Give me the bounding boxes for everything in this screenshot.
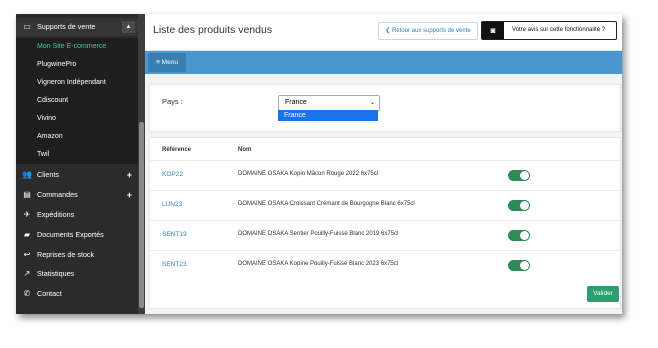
table-row: LUN23 DOMAINE OSAKA Croissant Crémant de… — [150, 190, 620, 220]
product-enabled-toggle[interactable] — [508, 170, 530, 181]
sidebar-item-label: Statistiques — [37, 269, 75, 278]
product-reference-link[interactable]: SENT23 — [162, 261, 187, 268]
chevron-up-icon[interactable]: ▲ — [122, 21, 135, 33]
product-enabled-toggle[interactable] — [508, 230, 530, 241]
expand-plus-icon[interactable]: + — [127, 186, 132, 204]
sidebar-item-contact[interactable]: ✆ Contact — [16, 285, 138, 303]
sidebar-subitem-label: Amazon — [37, 133, 63, 140]
sidebar-subitem-plugwinepro[interactable]: PlugwinePro — [16, 56, 138, 74]
sidebar-item-commandes[interactable]: ▤ Commandes + — [16, 186, 138, 204]
page-title: Liste des produits vendus — [153, 24, 273, 36]
sidebar-subitem-amazon[interactable]: Amazon — [16, 128, 138, 146]
toggle-knob — [520, 171, 529, 180]
sidebar-subitem-mon-site[interactable]: Mon Site E-commerce — [16, 38, 138, 56]
sidebar-subitem-label: Twil — [37, 151, 50, 158]
sidebar-subitem-vigneron[interactable]: Vigneron Indépendant — [16, 74, 138, 92]
return-icon: ↩ — [23, 250, 31, 259]
chevron-down-icon: ⌄ — [369, 100, 375, 106]
toggle-knob — [520, 201, 529, 210]
sidebar-item-clients[interactable]: 👥 Clients + — [16, 166, 138, 184]
sidebar-item-label: Reprises de stock — [37, 250, 95, 259]
sidebar-item-supports-de-vente[interactable]: ▭ Supports de vente ▲ — [16, 18, 138, 36]
sidebar-item-label: Documents Exportés — [37, 230, 104, 239]
main-content: Liste des produits vendus ❮ Retour aux s… — [145, 14, 622, 314]
toggle-knob — [520, 231, 529, 240]
country-select-value: France — [285, 99, 307, 106]
validate-button[interactable]: Valider — [587, 286, 619, 302]
menu-button-label: Menu — [161, 59, 178, 66]
truck-icon: ▰ — [23, 230, 31, 239]
column-header-nom: Nom — [238, 147, 252, 153]
product-name: DOMAINE OSAKA Croissant Crémant de Bourg… — [238, 201, 415, 207]
sidebar-item-expeditions[interactable]: ✈ Expéditions — [16, 206, 138, 224]
sidebar-item-label: Commandes — [37, 190, 78, 199]
header: Liste des produits vendus ❮ Retour aux s… — [145, 14, 622, 51]
sidebar-item-label: Clients — [37, 170, 59, 179]
feedback-button[interactable]: ◙ Votre avis sur cette fonctionnalité ? — [481, 21, 617, 40]
product-reference-link[interactable]: KOP22 — [162, 171, 183, 178]
country-select[interactable]: France ⌄ — [278, 95, 380, 111]
app-window: ▭ Supports de vente ▲ Mon Site E-commerc… — [16, 14, 622, 314]
sidebar-subitem-twil[interactable]: Twil — [16, 146, 138, 164]
scrollbar-thumb[interactable] — [139, 122, 144, 308]
menu-button[interactable]: ≡ Menu — [148, 53, 186, 72]
sidebar-subitem-cdiscount[interactable]: Cdiscount — [16, 92, 138, 110]
filter-card: Pays : France ⌄ France — [149, 84, 621, 132]
sidebar-item-reprises-de-stock[interactable]: ↩ Reprises de stock — [16, 246, 138, 264]
table-row: SENT23 DOMAINE OSAKA Kopine Pouilly-Fuis… — [150, 250, 620, 280]
sidebar-subitem-vivino[interactable]: Vivino — [16, 110, 138, 128]
sidebar-item-statistiques[interactable]: ↗ Statistiques — [16, 265, 138, 283]
product-name: DOMAINE OSAKA Kopine Pouilly-Fuissé Blan… — [238, 261, 399, 267]
sidebar-scrollbar[interactable] — [138, 14, 145, 314]
product-name: DOMAINE OSAKA Kopin Mâcon Rouge 2022 6x7… — [238, 171, 379, 177]
devices-icon: ▭ — [23, 22, 31, 31]
sidebar: ▭ Supports de vente ▲ Mon Site E-commerc… — [16, 14, 138, 314]
users-icon: 👥 — [22, 170, 32, 179]
menu-bar: ≡ Menu — [145, 51, 622, 74]
chevron-left-icon: ❮ — [385, 28, 392, 34]
back-button-label: Retour aux supports de vente — [391, 28, 471, 34]
products-table: Référence Nom KOP22 DOMAINE OSAKA Kopin … — [149, 137, 621, 309]
sidebar-item-label: Contact — [37, 289, 62, 298]
plane-icon: ✈ — [23, 210, 31, 219]
product-reference-link[interactable]: SENT19 — [162, 231, 187, 238]
sidebar-item-label: Supports de vente — [37, 22, 96, 31]
product-reference-link[interactable]: LUN23 — [162, 201, 182, 208]
product-name: DOMAINE OSAKA Sentier Pouilly-Fuissé Bla… — [238, 231, 399, 237]
chart-icon: ↗ — [23, 269, 31, 278]
sidebar-subitem-label: Mon Site E-commerce — [37, 43, 107, 50]
expand-plus-icon[interactable]: + — [127, 166, 132, 184]
product-enabled-toggle[interactable] — [508, 260, 530, 271]
sidebar-item-documents-exportes[interactable]: ▰ Documents Exportés — [16, 226, 138, 244]
country-label: Pays : — [162, 97, 183, 106]
sidebar-subitem-label: PlugwinePro — [37, 61, 77, 68]
feedback-button-label: Votre avis sur cette fonctionnalité ? — [512, 27, 606, 33]
phone-icon: ✆ — [23, 289, 31, 298]
toggle-knob — [520, 261, 529, 270]
product-enabled-toggle[interactable] — [508, 200, 530, 211]
table-row: SENT19 DOMAINE OSAKA Sentier Pouilly-Fui… — [150, 220, 620, 250]
sidebar-subitem-label: Vivino — [37, 115, 56, 122]
country-option-label: France — [284, 112, 306, 119]
table-row: KOP22 DOMAINE OSAKA Kopin Mâcon Rouge 20… — [150, 160, 620, 190]
country-dropdown-option[interactable]: France — [278, 110, 378, 121]
clipboard-icon: ▤ — [23, 190, 31, 199]
sidebar-subitem-label: Cdiscount — [37, 97, 69, 104]
sidebar-item-label: Expéditions — [37, 210, 75, 219]
back-to-supports-button[interactable]: ❮ Retour aux supports de vente — [378, 22, 478, 40]
sidebar-subitem-label: Vigneron Indépendant — [37, 79, 106, 86]
column-header-reference: Référence — [162, 147, 192, 153]
camera-icon: ◙ — [482, 22, 504, 39]
